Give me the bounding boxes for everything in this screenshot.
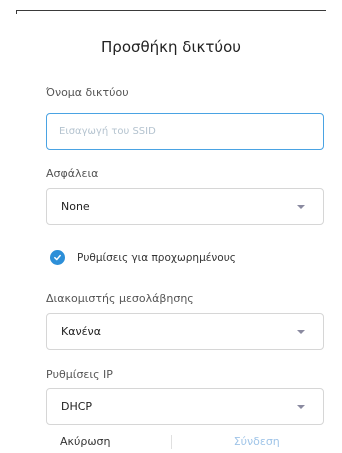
- proxy-dropdown[interactable]: Κανένα: [46, 313, 324, 350]
- ssid-input[interactable]: [47, 114, 323, 149]
- security-label: Ασφάλεια: [46, 167, 99, 180]
- ip-settings-selected-value: DHCP: [61, 400, 93, 413]
- dialog-title: Προσθήκη δικτύου: [101, 38, 241, 56]
- chevron-down-icon: [297, 204, 305, 209]
- security-selected-value: None: [61, 200, 90, 213]
- dialog-footer: Ακύρωση Σύνδεση: [0, 430, 342, 453]
- chevron-down-icon: [297, 404, 305, 409]
- checkmark-icon[interactable]: [50, 250, 65, 265]
- network-name-label: Όνομα δικτύου: [46, 86, 129, 99]
- ip-settings-dropdown[interactable]: DHCP: [46, 388, 324, 425]
- advanced-options-checkbox-row[interactable]: Ρυθμίσεις για προχωρημένους: [50, 250, 236, 265]
- proxy-label: Διακομιστής μεσολάβησης: [46, 292, 194, 305]
- chevron-down-icon: [297, 329, 305, 334]
- proxy-selected-value: Κανένα: [61, 325, 101, 338]
- ip-settings-label: Ρυθμίσεις IP: [46, 368, 113, 381]
- cancel-button[interactable]: Ακύρωση: [0, 435, 171, 448]
- ssid-input-field[interactable]: [46, 113, 324, 150]
- security-dropdown[interactable]: None: [46, 188, 324, 225]
- connect-button[interactable]: Σύνδεση: [172, 435, 342, 448]
- advanced-options-label: Ρυθμίσεις για προχωρημένους: [77, 251, 236, 264]
- top-border-line: [16, 10, 326, 14]
